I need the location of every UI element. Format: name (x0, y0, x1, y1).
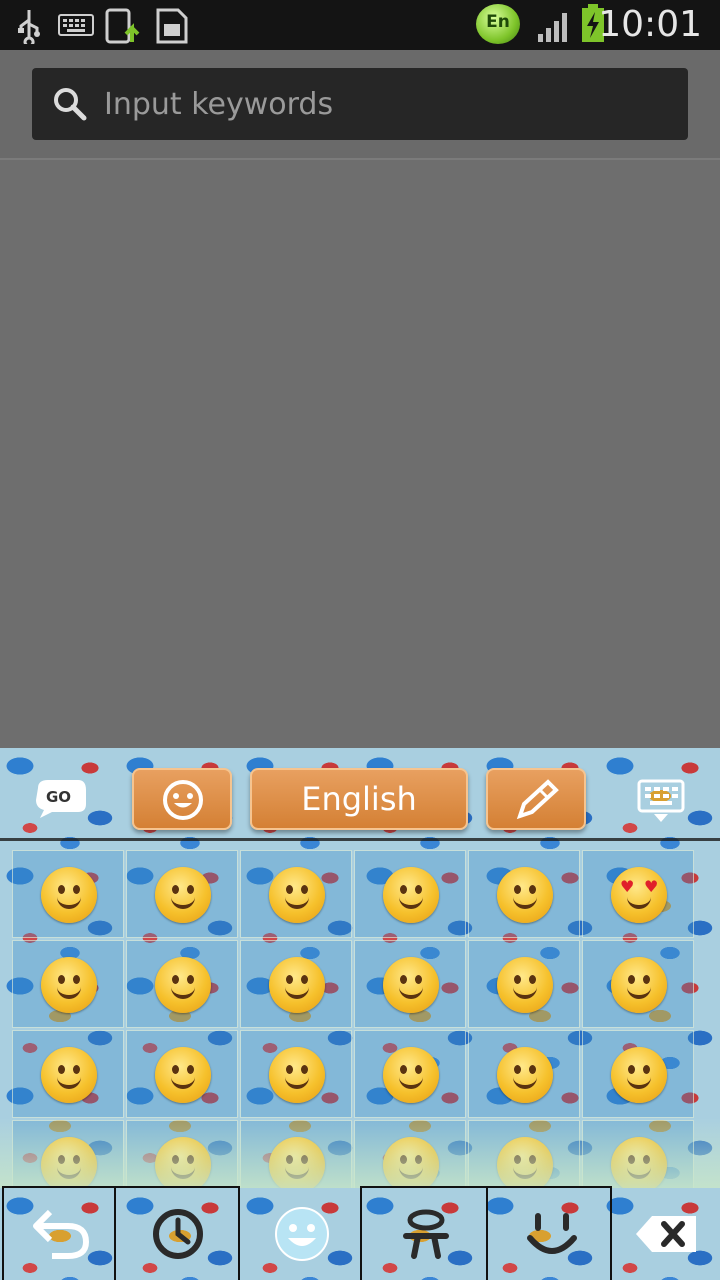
kissing-heart-emoji-icon (41, 957, 97, 1013)
grimacing-emoji-icon (497, 957, 553, 1013)
emoji-key-stuck-out-tongue-winking-eye[interactable] (582, 940, 694, 1028)
wink-emoji-icon (497, 867, 553, 923)
emoji-key-stuck-out-tongue-closed-eyes[interactable] (12, 1030, 124, 1118)
go-logo-text: GO (46, 788, 72, 806)
keyboard-toolbar: GO English (0, 748, 720, 840)
emoji-key-kissing-closed-eyes[interactable] (126, 940, 238, 1028)
usb-icon (18, 10, 40, 44)
emoji-key-fearful[interactable] (240, 1120, 352, 1188)
emoji-key-flushed[interactable] (240, 940, 352, 1028)
emoji-key-grimacing[interactable] (468, 940, 580, 1028)
keyboard-icon (58, 14, 94, 36)
emoji-key-cold-sweat[interactable] (354, 1120, 466, 1188)
stuck-out-tongue-winking-eye-emoji-icon (611, 957, 667, 1013)
emoji-key-wink[interactable] (468, 850, 580, 938)
backspace-button[interactable] (612, 1186, 720, 1280)
handwriting-button[interactable] (486, 768, 586, 830)
relaxed-emoji-icon (383, 867, 439, 923)
emoji-key-kissing-heart[interactable] (12, 940, 124, 1028)
language-label: English (301, 780, 417, 818)
emoji-key-cry[interactable] (582, 1120, 694, 1188)
emoji-face-icon (275, 1207, 329, 1261)
emoji-key-relaxed[interactable] (354, 850, 466, 938)
emoji-grid: ♥ ♥ (10, 848, 700, 1188)
blush-emoji-icon (155, 867, 211, 923)
confounded-emoji-icon (41, 1137, 97, 1188)
cold-sweat-emoji-icon (383, 1137, 439, 1188)
emoji-key-confounded[interactable] (12, 1120, 124, 1188)
backspace-icon (636, 1216, 696, 1252)
flushed-emoji-icon (269, 957, 325, 1013)
heart-eyes-emoji-icon: ♥ ♥ (611, 867, 667, 923)
smiley-icon (163, 780, 203, 820)
clock: 10:01 (598, 4, 702, 45)
language-badge: En (476, 4, 520, 44)
persevere-emoji-icon (497, 1137, 553, 1188)
pencil-icon (516, 779, 559, 820)
search-input[interactable] (104, 68, 674, 140)
kissing-closed-eyes-emoji-icon (155, 957, 211, 1013)
emoji-key-blush[interactable] (126, 850, 238, 938)
emoticon-text-icon (403, 1209, 449, 1259)
emoji-key-pensive[interactable] (468, 1030, 580, 1118)
emoji-key-smirk[interactable] (240, 1030, 352, 1118)
disappointed-relieved-emoji-icon (155, 1137, 211, 1188)
signal-icon (538, 13, 567, 42)
emoji-key-grinning[interactable] (12, 850, 124, 938)
emoticon-text-button[interactable] (360, 1186, 488, 1280)
search-box[interactable] (32, 68, 688, 140)
toolbar-divider (0, 838, 720, 841)
keyboard-bottom-bar (0, 1186, 720, 1280)
emoji-key-disappointed[interactable] (582, 1030, 694, 1118)
relieved-emoji-icon (383, 957, 439, 1013)
emoji-category-button[interactable] (240, 1186, 360, 1280)
upload-icon (105, 8, 140, 44)
emoji-key-sweat[interactable] (354, 1030, 466, 1118)
emoji-key-persevere[interactable] (468, 1120, 580, 1188)
language-button[interactable]: English (250, 768, 468, 830)
kaomoji-icon (527, 1213, 577, 1254)
emoji-keyboard: GO English ♥ ♥ (0, 748, 720, 1280)
sweat-emoji-icon (383, 1047, 439, 1103)
sim-card-icon (156, 8, 188, 44)
cry-emoji-icon (611, 1137, 667, 1188)
fearful-emoji-icon (269, 1137, 325, 1188)
undo-icon (33, 1209, 90, 1259)
smiley-emoji-icon (269, 867, 325, 923)
emoji-key-relieved[interactable] (354, 940, 466, 1028)
emoji-toggle-button[interactable] (132, 768, 232, 830)
emoji-key-heart-eyes[interactable]: ♥ ♥ (582, 850, 694, 938)
unamused-emoji-icon (155, 1047, 211, 1103)
go-logo-button[interactable]: GO (32, 778, 88, 818)
grinning-emoji-icon (41, 867, 97, 923)
smirk-emoji-icon (269, 1047, 325, 1103)
recent-clock-icon (153, 1209, 203, 1259)
emoji-key-smiley[interactable] (240, 850, 352, 938)
stuck-out-tongue-closed-eyes-emoji-icon (41, 1047, 97, 1103)
language-badge-label: En (486, 12, 510, 32)
keyboard-hide-button[interactable] (636, 778, 686, 824)
pensive-emoji-icon (497, 1047, 553, 1103)
keyboard-down-icon (637, 779, 685, 822)
emoji-key-unamused[interactable] (126, 1030, 238, 1118)
emoji-key-disappointed-relieved[interactable] (126, 1120, 238, 1188)
search-icon (54, 88, 87, 121)
status-bar: En 10:01 (0, 0, 720, 50)
disappointed-emoji-icon (611, 1047, 667, 1103)
kaomoji-button[interactable] (486, 1186, 612, 1280)
recent-emoji-button[interactable] (114, 1186, 240, 1280)
search-header (0, 50, 720, 160)
undo-button[interactable] (2, 1186, 116, 1280)
